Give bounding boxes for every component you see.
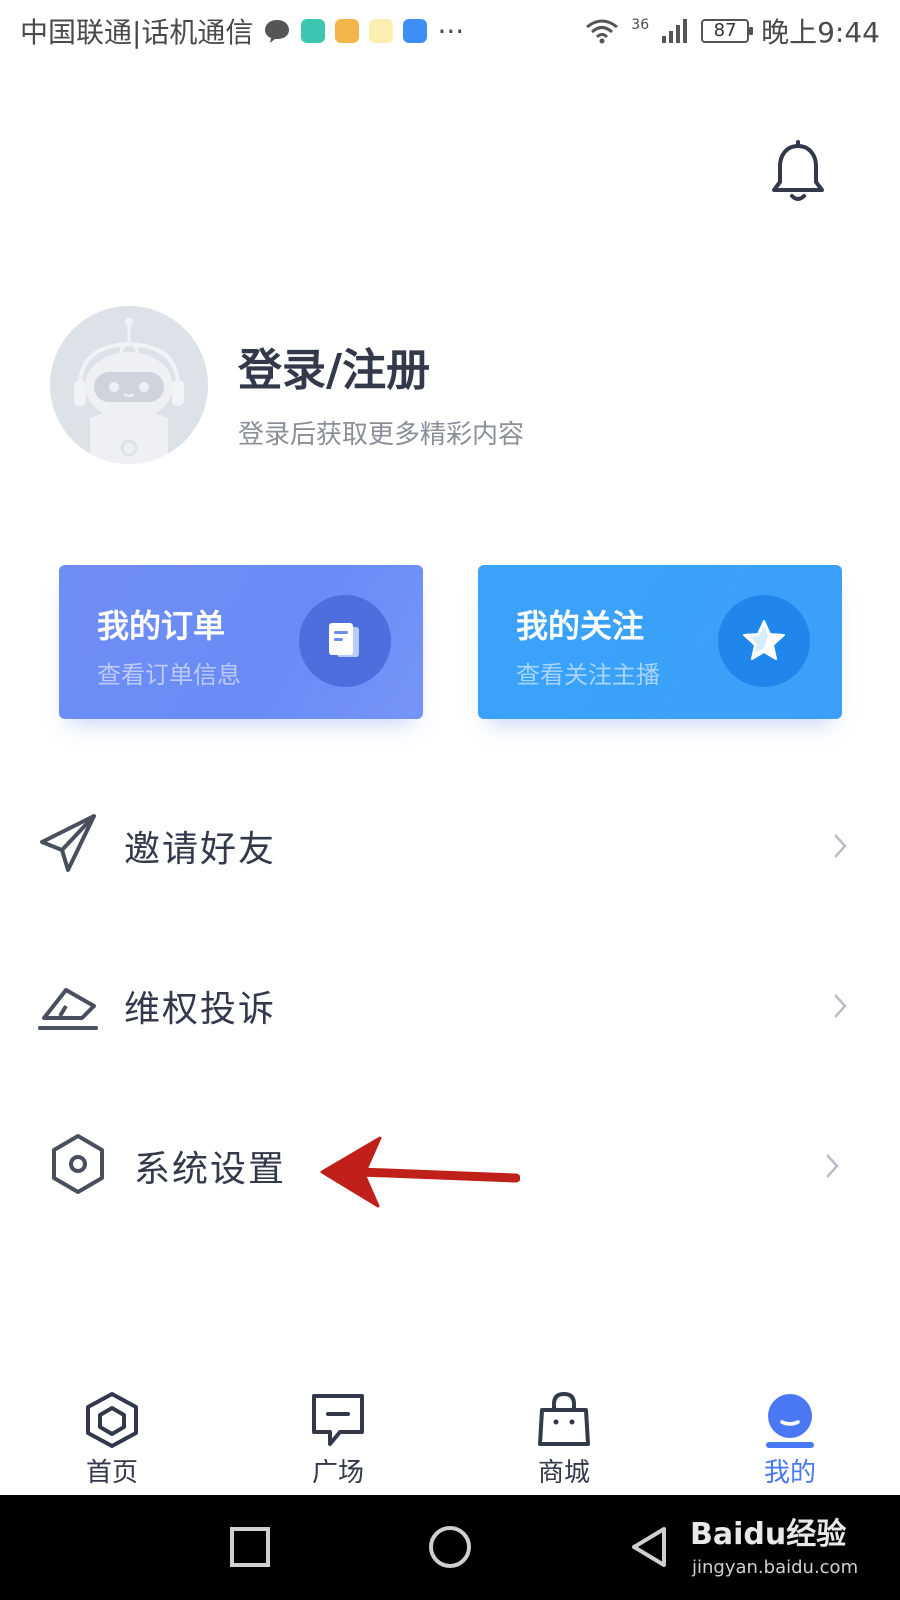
back-triangle-icon[interactable] bbox=[626, 1523, 674, 1571]
tab-mine[interactable]: 我的 bbox=[730, 1380, 850, 1495]
document-icon bbox=[329, 623, 359, 657]
signal-icon bbox=[662, 19, 688, 43]
bottom-tab-bar: 首页 广场 商城 我的 bbox=[0, 1380, 900, 1495]
menu-item-label: 维权投诉 bbox=[124, 989, 277, 1030]
chat-bubble-icon bbox=[265, 20, 290, 43]
hexagon-settings-icon bbox=[52, 1134, 104, 1194]
tab-label: 商城 bbox=[537, 1458, 590, 1488]
card-title: 我的关注 bbox=[516, 607, 645, 645]
message-square-icon bbox=[312, 1394, 364, 1446]
menu-item-label: 邀请好友 bbox=[124, 829, 277, 870]
home-circle-icon[interactable] bbox=[426, 1523, 474, 1571]
avatar[interactable] bbox=[50, 306, 208, 464]
recents-square-icon[interactable] bbox=[226, 1523, 274, 1571]
home-hexagon-icon bbox=[86, 1392, 138, 1448]
app-notification-icon bbox=[335, 19, 360, 43]
status-bar: 中国联通|话机通信 ··· 36 87 晚上9:44 bbox=[0, 0, 900, 62]
profile-icon bbox=[766, 1394, 814, 1448]
app-notification-icon bbox=[403, 19, 428, 43]
notification-bell-icon[interactable] bbox=[770, 140, 826, 204]
tab-square[interactable]: 广场 bbox=[278, 1380, 398, 1495]
menu-item-label: 系统设置 bbox=[134, 1149, 287, 1190]
login-register-link[interactable]: 登录/注册 bbox=[238, 334, 430, 398]
watermark-brand: Baidu经验 bbox=[690, 1517, 847, 1552]
chevron-right-icon bbox=[826, 1154, 839, 1178]
wifi-icon bbox=[586, 19, 619, 44]
shopping-bag-icon bbox=[538, 1391, 590, 1446]
tab-label: 我的 bbox=[763, 1458, 816, 1488]
menu-item-invite-friends[interactable]: 邀请好友 bbox=[0, 796, 900, 896]
login-hint: 登录后获取更多精彩内容 bbox=[238, 420, 525, 450]
watermark-url: jingyan.baidu.com bbox=[692, 1557, 859, 1578]
chevron-right-icon bbox=[834, 994, 847, 1018]
card-title: 我的订单 bbox=[97, 607, 226, 645]
menu-item-complaint[interactable]: 维权投诉 bbox=[0, 956, 900, 1056]
tab-home[interactable]: 首页 bbox=[52, 1380, 172, 1495]
eraser-icon bbox=[38, 988, 98, 1030]
card-subtitle: 查看关注主播 bbox=[516, 661, 660, 689]
network-type-label: 36 bbox=[631, 17, 650, 33]
paper-plane-icon bbox=[40, 814, 96, 872]
annotation-arrow-icon bbox=[320, 1136, 520, 1208]
tab-mall[interactable]: 商城 bbox=[504, 1380, 624, 1495]
chevron-right-icon bbox=[834, 834, 847, 858]
battery-indicator: 87 bbox=[701, 19, 754, 43]
my-orders-card[interactable]: 我的订单 查看订单信息 bbox=[59, 565, 423, 719]
robot-avatar-icon bbox=[50, 306, 208, 464]
card-badge bbox=[299, 595, 391, 687]
clock-label: 晚上9:44 bbox=[761, 16, 880, 49]
app-notification-icon bbox=[301, 19, 326, 43]
system-nav-bar: Baidu经验 jingyan.baidu.com bbox=[0, 1495, 900, 1600]
more-notifications-icon: ··· bbox=[437, 14, 465, 48]
card-badge bbox=[718, 595, 810, 687]
tab-label: 首页 bbox=[85, 1458, 138, 1488]
card-subtitle: 查看订单信息 bbox=[97, 661, 241, 689]
app-notification-icon bbox=[369, 19, 394, 43]
tab-label: 广场 bbox=[311, 1458, 364, 1488]
carrier-label: 中国联通|话机通信 bbox=[20, 16, 254, 49]
my-follows-card[interactable]: 我的关注 查看关注主播 bbox=[478, 565, 842, 719]
star-icon bbox=[743, 620, 785, 660]
